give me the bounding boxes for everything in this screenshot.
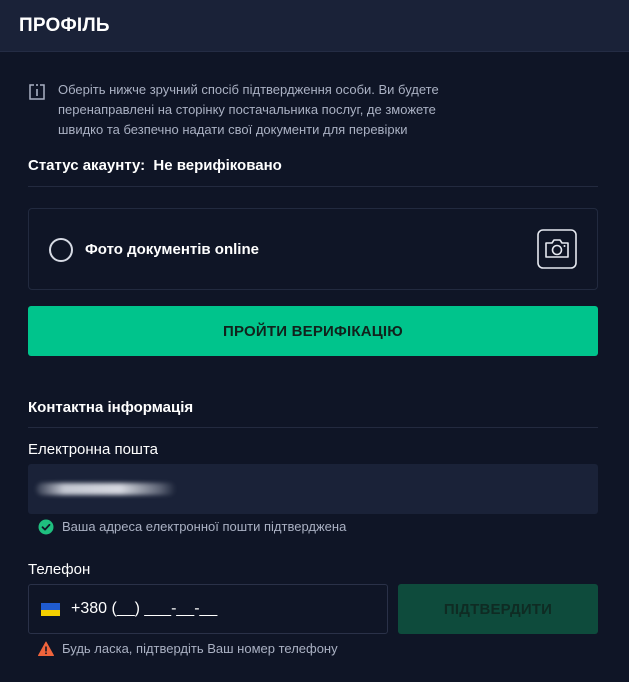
phone-input[interactable]: +380 (__) ___-__-__ — [28, 584, 388, 634]
info-icon — [29, 84, 45, 100]
email-hint-text: Ваша адреса електронної пошти підтвердже… — [62, 519, 347, 534]
info-line: перенаправлені на сторінку постачальника… — [58, 102, 436, 117]
divider — [28, 427, 598, 428]
info-line: Оберіть нижче зручний спосіб підтверджен… — [58, 82, 439, 97]
divider — [28, 186, 598, 187]
start-verification-button[interactable]: ПРОЙТИ ВЕРИФІКАЦІЮ — [28, 306, 598, 356]
warning-icon — [38, 641, 54, 656]
page-title: ПРОФІЛЬ — [19, 15, 110, 36]
check-circle-icon — [38, 519, 54, 535]
account-status: Статус акаунту: Не верифіковано — [28, 157, 282, 174]
contact-info-title: Контактна інформація — [28, 399, 194, 416]
status-value: Не верифіковано — [153, 157, 282, 174]
email-label: Електронна пошта — [28, 441, 159, 458]
verification-info-text: Оберіть нижче зручний спосіб підтверджен… — [58, 80, 478, 140]
verification-option-photo-documents[interactable]: Фото документів online — [28, 208, 598, 290]
email-field[interactable] — [28, 464, 598, 514]
confirm-phone-button[interactable]: ПІДТВЕРДИТИ — [398, 584, 598, 634]
camera-icon — [537, 229, 577, 269]
phone-label: Телефон — [28, 561, 91, 578]
radio-button[interactable] — [49, 238, 73, 262]
info-line: швидко та безпечно надати свої документи… — [58, 122, 408, 137]
status-label: Статус акаунту: — [28, 157, 146, 174]
option-label: Фото документів online — [85, 241, 259, 258]
phone-value: +380 (__) ___-__-__ — [71, 600, 218, 617]
profile-header: ПРОФІЛЬ — [0, 0, 629, 52]
ukraine-flag-icon[interactable] — [41, 603, 60, 616]
phone-hint-text: Будь ласка, підтвердіть Ваш номер телефо… — [62, 641, 338, 656]
masked-email-value — [36, 483, 176, 495]
